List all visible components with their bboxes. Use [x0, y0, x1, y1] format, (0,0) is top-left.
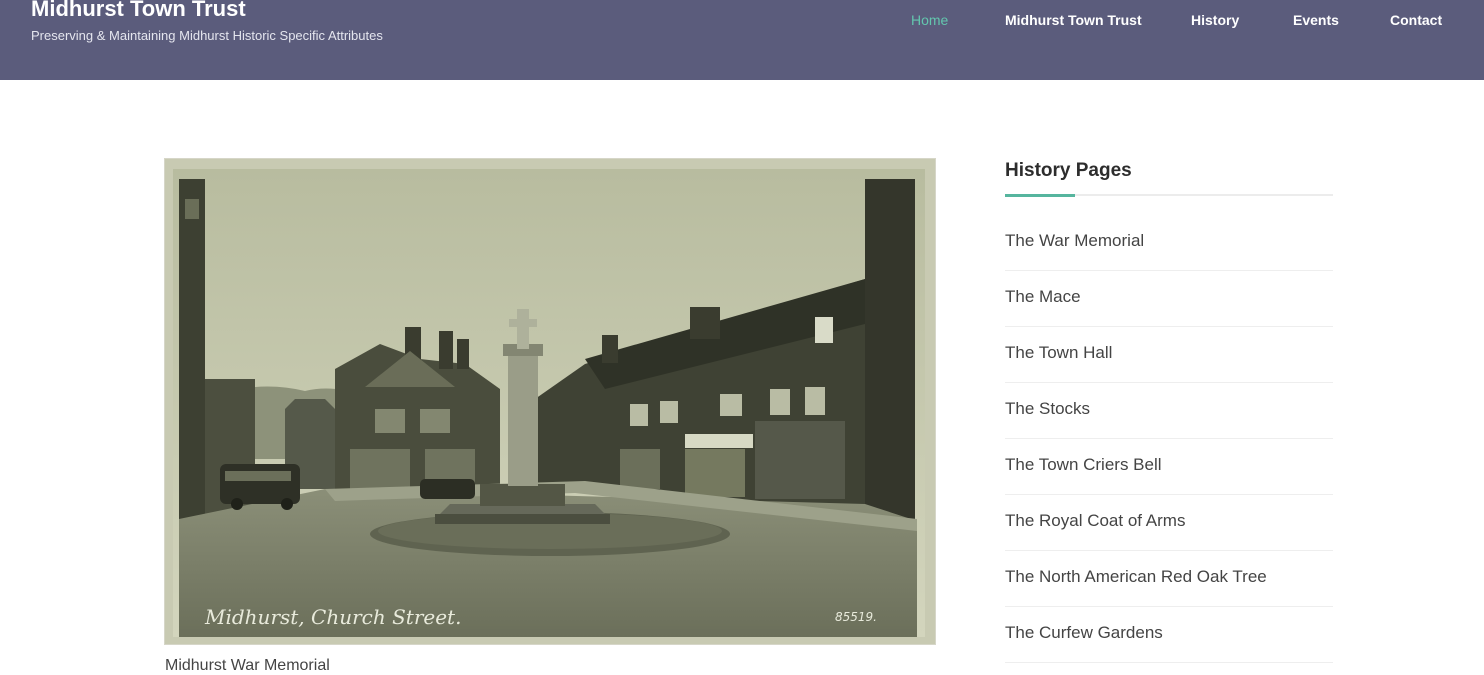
nav-midhurst-town-trust[interactable]: Midhurst Town Trust [1005, 12, 1142, 28]
list-item: The Royal Coat of Arms [1005, 495, 1333, 551]
postcard-inscription: Midhurst, Church Street. [204, 605, 461, 629]
link-town-criers-bell[interactable]: The Town Criers Bell [1005, 455, 1162, 474]
church-street-postcard-image: Midhurst, Church Street. 85519. [165, 159, 935, 644]
link-curfew-gardens[interactable]: The Curfew Gardens [1005, 623, 1163, 642]
link-war-memorial[interactable]: The War Memorial [1005, 231, 1144, 250]
list-item: The North American Red Oak Tree [1005, 551, 1333, 607]
nav-contact[interactable]: Contact [1390, 12, 1442, 28]
list-item: The Mace [1005, 271, 1333, 327]
sidebar-accent-bar [1005, 194, 1075, 197]
list-item: The Town Hall [1005, 327, 1333, 383]
history-pages-list: The War Memorial The Mace The Town Hall … [1005, 214, 1333, 663]
list-item: The War Memorial [1005, 214, 1333, 271]
sidebar-title: History Pages [1005, 160, 1132, 181]
history-sidebar: History Pages The War Memorial The Mace … [1005, 158, 1333, 663]
photo-caption: Midhurst War Memorial [165, 657, 330, 674]
postcard-number: 85519. [835, 610, 877, 624]
sidebar-title-divider [1005, 194, 1333, 197]
list-item: The Curfew Gardens [1005, 607, 1333, 663]
nav-home[interactable]: Home [911, 12, 948, 28]
link-royal-coat-of-arms[interactable]: The Royal Coat of Arms [1005, 511, 1185, 530]
nav-events[interactable]: Events [1293, 12, 1339, 28]
site-header: Midhurst Town Trust Preserving & Maintai… [0, 0, 1484, 80]
link-stocks[interactable]: The Stocks [1005, 399, 1090, 418]
list-item: The Stocks [1005, 383, 1333, 439]
link-town-hall[interactable]: The Town Hall [1005, 343, 1112, 362]
nav-history[interactable]: History [1191, 12, 1239, 28]
main-nav: Home Midhurst Town Trust History Events … [0, 12, 1484, 32]
link-red-oak-tree[interactable]: The North American Red Oak Tree [1005, 567, 1267, 586]
link-mace[interactable]: The Mace [1005, 287, 1081, 306]
war-memorial-photo[interactable]: Midhurst, Church Street. 85519. [165, 159, 935, 644]
list-item: The Town Criers Bell [1005, 439, 1333, 495]
